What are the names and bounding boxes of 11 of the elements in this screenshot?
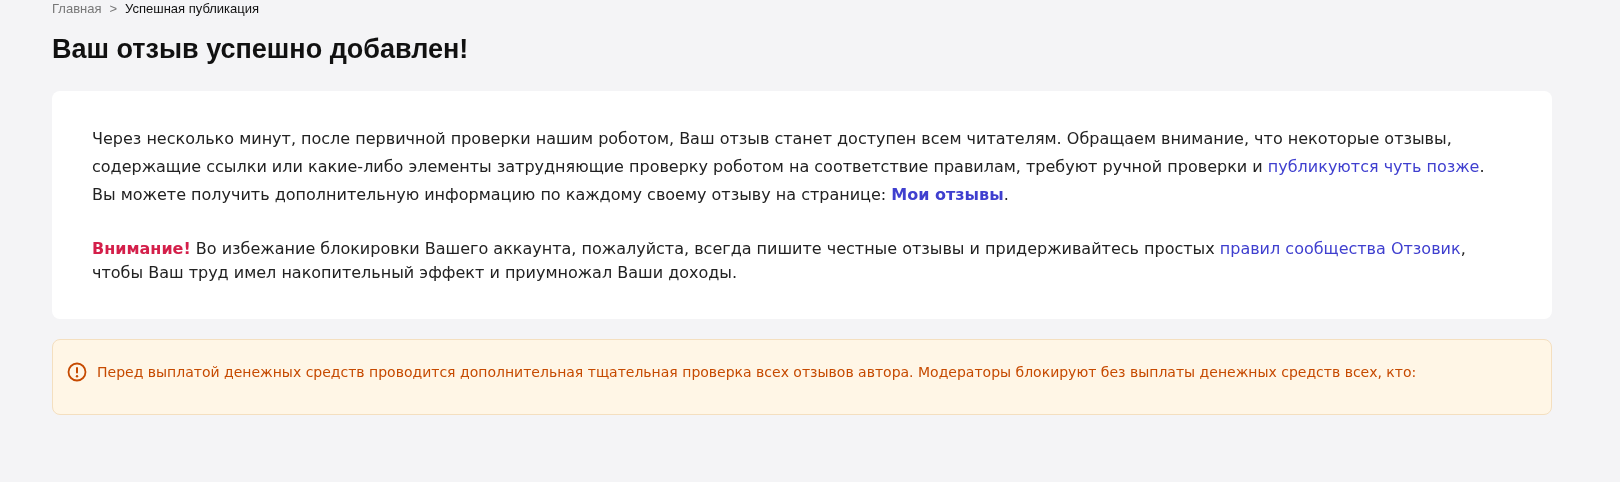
warning-icon bbox=[67, 362, 87, 382]
link[interactable]: правил сообщества Отзовик bbox=[1219, 239, 1461, 258]
breadcrumb-separator: > bbox=[109, 0, 118, 16]
notice-text: Внимание! Во избежание блокировки Вашего аккаунта, пожалуйста, всегда пишите честные отзывы и придерживайтесь простых правил сообщества Отзовик, чтобы Ваш труд имел накопительный эффект и приумножал Ваши доходы. bbox=[92, 238, 1467, 284]
link[interactable]: Мои отзывы bbox=[891, 185, 1004, 204]
link[interactable]: публикуются чуть позже bbox=[1267, 157, 1480, 176]
warning-text: Перед выплатой денежных средств проводится дополнительная тщательная проверка всех отзывов автора. Модераторы блокируют без выплаты денежных средств всех, кто: bbox=[97, 363, 1417, 382]
notice-text: Через несколько минут, после первичной проверки нашим роботом, Ваш отзыв станет доступен всем читателям. Обращаем внимание, что некоторые отзывы, содержащие ссылки или какие-либо элементы затрудняющие проверку роботом на соответствие правилам, требуют ручной проверки и публикуются чуть позже. Вы можете получить дополнительную информацию по каждому своему отзыву на странице: Мои отзывы. bbox=[92, 128, 1486, 206]
breadcrumb-link[interactable]: Главная bbox=[52, 0, 102, 16]
page-title: Ваш отзыв успешно добавлен! bbox=[52, 34, 470, 65]
breadcrumb-current: Успешная публикация bbox=[125, 0, 260, 16]
